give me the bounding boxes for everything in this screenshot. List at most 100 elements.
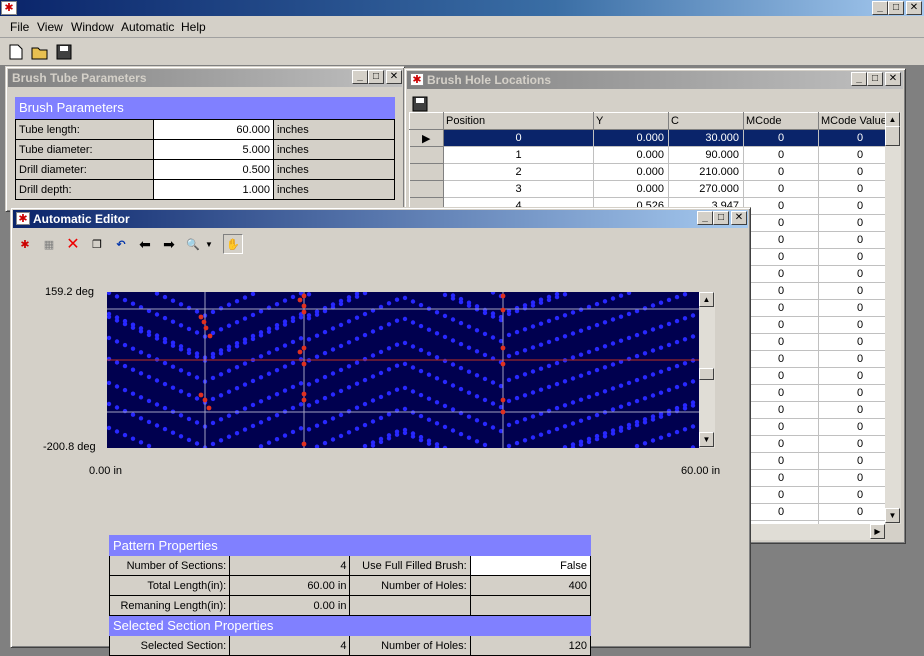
- undo-button[interactable]: ↶: [111, 234, 131, 254]
- forward-button[interactable]: ➡: [159, 234, 179, 254]
- new-file-button[interactable]: [6, 42, 26, 62]
- pan-button[interactable]: ✋: [223, 234, 243, 254]
- plot-vertical-scrollbar[interactable]: ▲ ▼: [699, 292, 715, 448]
- cell-mcode[interactable]: 0: [743, 435, 819, 453]
- hole-marker: [370, 398, 376, 403]
- brush-tube-minimize[interactable]: _: [352, 70, 368, 84]
- cell-mcode[interactable]: 0: [743, 180, 819, 198]
- brush-tube-close[interactable]: ✕: [386, 70, 402, 84]
- table-row[interactable]: 1 0.000 90.000 0 0: [409, 146, 901, 164]
- zoom-dropdown[interactable]: ▼: [203, 234, 215, 254]
- scroll-right-icon[interactable]: ▶: [870, 524, 885, 539]
- save-button[interactable]: [54, 42, 74, 62]
- cell-c[interactable]: 210.000: [668, 163, 744, 181]
- brush-tube-maximize[interactable]: □: [368, 70, 384, 84]
- plot-scroll-up-icon[interactable]: ▲: [699, 292, 714, 307]
- grid-vertical-scrollbar[interactable]: ▲ ▼: [885, 112, 901, 524]
- cell-mcode[interactable]: 0: [743, 503, 819, 521]
- cell-c[interactable]: 90.000: [668, 146, 744, 164]
- row-header[interactable]: [409, 180, 444, 198]
- cell-mcode[interactable]: 0: [743, 452, 819, 470]
- cell-mcode[interactable]: 0: [743, 146, 819, 164]
- delete-button[interactable]: ✕: [63, 234, 83, 254]
- cell-mcode[interactable]: 0: [743, 367, 819, 385]
- automatic-editor-minimize[interactable]: _: [697, 211, 713, 225]
- table-row[interactable]: 2 0.000 210.000 0 0: [409, 163, 901, 181]
- cell-y[interactable]: 0.000: [593, 129, 669, 147]
- scroll-up-icon[interactable]: ▲: [885, 112, 900, 127]
- hole-marker: [554, 426, 560, 432]
- hole-locations-save-button[interactable]: [410, 94, 430, 114]
- cell-mcode[interactable]: 0: [743, 299, 819, 317]
- plot-scroll-down-icon[interactable]: ▼: [699, 432, 714, 447]
- cell-mcode[interactable]: 0: [743, 418, 819, 436]
- cell-mcode[interactable]: 0: [743, 350, 819, 368]
- cell-position[interactable]: 1: [443, 146, 594, 164]
- menu-automatic[interactable]: Automatic: [121, 20, 174, 34]
- cell-mcode[interactable]: 0: [743, 265, 819, 283]
- scroll-thumb[interactable]: [885, 126, 900, 146]
- menu-help[interactable]: Help: [181, 20, 206, 34]
- menu-file[interactable]: File: [10, 20, 29, 34]
- cell-mcode[interactable]: 0: [743, 384, 819, 402]
- cell-mcode[interactable]: 0: [743, 469, 819, 487]
- cell-mcode[interactable]: 0: [743, 486, 819, 504]
- column-header-position[interactable]: Position: [443, 112, 594, 130]
- minimize-button[interactable]: _: [872, 1, 888, 15]
- cell-mcode[interactable]: 0: [743, 282, 819, 300]
- column-header-c[interactable]: C: [668, 112, 744, 130]
- hole-pattern-plot[interactable]: [107, 292, 699, 448]
- tube-length-input[interactable]: 60.000: [153, 119, 274, 140]
- column-header-mcode[interactable]: MCode: [743, 112, 819, 130]
- cell-mcode[interactable]: 0: [743, 231, 819, 249]
- menu-window[interactable]: Window: [71, 20, 114, 34]
- cell-y[interactable]: 0.000: [593, 146, 669, 164]
- maximize-button[interactable]: □: [888, 1, 904, 15]
- copy-button[interactable]: ❐: [87, 234, 107, 254]
- hole-marker: [466, 369, 472, 374]
- cell-mcode[interactable]: 0: [743, 163, 819, 181]
- hole-marker: [506, 377, 512, 383]
- row-header[interactable]: [409, 146, 444, 164]
- back-button[interactable]: ⬅: [135, 234, 155, 254]
- cell-y[interactable]: 0.000: [593, 180, 669, 198]
- row-header[interactable]: [409, 163, 444, 181]
- cell-mcode[interactable]: 0: [743, 316, 819, 334]
- hole-locations-close[interactable]: ✕: [885, 72, 901, 86]
- automatic-editor-maximize[interactable]: □: [713, 211, 729, 225]
- close-button[interactable]: ✕: [906, 1, 922, 15]
- table-row[interactable]: ▶ 0 0.000 30.000 0 0: [409, 129, 901, 147]
- scroll-down-icon[interactable]: ▼: [885, 508, 900, 523]
- cell-mcode[interactable]: 0: [743, 333, 819, 351]
- tube-diameter-input[interactable]: 5.000: [153, 139, 274, 160]
- automatic-editor-icon: ✱: [16, 212, 30, 225]
- current-row-indicator[interactable]: ▶: [409, 129, 444, 147]
- cell-mcode[interactable]: 0: [743, 129, 819, 147]
- hole-locations-minimize[interactable]: _: [851, 72, 867, 86]
- cell-position[interactable]: 2: [443, 163, 594, 181]
- open-file-button[interactable]: [30, 42, 50, 62]
- cell-c[interactable]: 30.000: [668, 129, 744, 147]
- automatic-editor-close[interactable]: ✕: [731, 211, 747, 225]
- fill-pattern-button[interactable]: ▦: [39, 234, 59, 254]
- cell-mcode[interactable]: 0: [743, 197, 819, 215]
- new-pattern-button[interactable]: ✱: [15, 234, 35, 254]
- cell-y[interactable]: 0.000: [593, 163, 669, 181]
- cell-mcode[interactable]: 0: [743, 248, 819, 266]
- cell-mcode[interactable]: 0: [743, 401, 819, 419]
- cell-position[interactable]: 0: [443, 129, 594, 147]
- plot-scroll-thumb[interactable]: [699, 368, 714, 380]
- drill-diameter-input[interactable]: 0.500: [153, 159, 274, 180]
- hole-locations-maximize[interactable]: □: [867, 72, 883, 86]
- column-header-y[interactable]: Y: [593, 112, 669, 130]
- zoom-button[interactable]: 🔍: [183, 234, 203, 254]
- cell-c[interactable]: 270.000: [668, 180, 744, 198]
- use-full-filled-brush-value[interactable]: False: [469, 555, 592, 576]
- cell-mcode[interactable]: 0: [743, 214, 819, 232]
- table-row[interactable]: 3 0.000 270.000 0 0: [409, 180, 901, 198]
- drill-depth-input[interactable]: 1.000: [153, 179, 274, 200]
- selected-section-value[interactable]: 4: [229, 635, 351, 656]
- number-of-sections-value[interactable]: 4: [229, 555, 351, 576]
- cell-position[interactable]: 3: [443, 180, 594, 198]
- menu-view[interactable]: View: [37, 20, 63, 34]
